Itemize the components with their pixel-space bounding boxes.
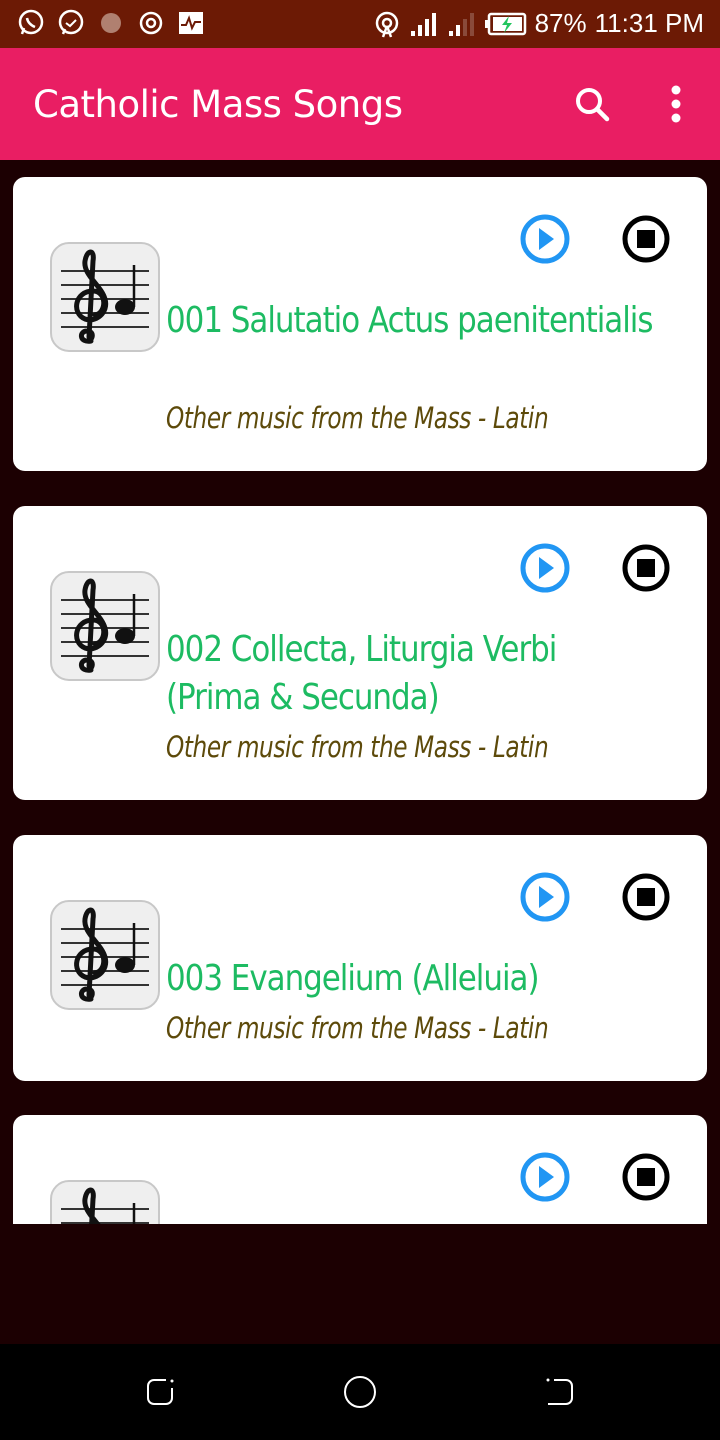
hotspot-icon xyxy=(375,11,398,37)
play-button[interactable] xyxy=(519,1151,571,1203)
stop-icon xyxy=(622,544,670,592)
play-icon xyxy=(520,1152,570,1202)
treble-clef-icon xyxy=(50,242,160,352)
treble-clef-icon xyxy=(50,571,160,681)
signal-2-icon xyxy=(448,12,474,36)
song-card[interactable] xyxy=(13,1115,707,1224)
stop-button[interactable] xyxy=(621,543,671,593)
search-button[interactable] xyxy=(570,82,614,126)
app-icon xyxy=(101,13,121,33)
app-bar: Catholic Mass Songs xyxy=(0,48,720,160)
record-icon xyxy=(139,11,163,35)
play-icon xyxy=(520,872,570,922)
song-card[interactable]: 003 Evangelium (Alleluia) Other music fr… xyxy=(13,835,707,1081)
song-category: Other music from the Mass - Latin xyxy=(166,401,549,435)
song-title: 001 Salutatio Actus paenitentialis xyxy=(166,300,654,341)
back-button[interactable] xyxy=(542,1374,578,1410)
messenger-icon xyxy=(58,9,84,35)
song-card[interactable]: 001 Salutatio Actus paenitentialis Other… xyxy=(13,177,707,471)
signal-icon xyxy=(410,12,436,36)
song-category: Other music from the Mass - Latin xyxy=(166,1011,549,1045)
play-icon xyxy=(520,543,570,593)
activity-icon xyxy=(179,12,203,34)
whatsapp-icon xyxy=(18,9,44,35)
battery-charging-icon xyxy=(484,12,526,35)
more-vert-icon xyxy=(671,85,681,123)
clock: 11:31 PM xyxy=(594,8,704,38)
treble-clef-icon xyxy=(50,1180,160,1224)
search-icon xyxy=(576,88,610,122)
home-icon xyxy=(344,1376,376,1408)
stop-icon xyxy=(622,215,670,263)
stop-button[interactable] xyxy=(621,872,671,922)
play-button[interactable] xyxy=(519,213,571,265)
treble-clef-icon xyxy=(50,900,160,1010)
battery-percent: 87% xyxy=(534,8,587,38)
song-list[interactable]: 001 Salutatio Actus paenitentialis Other… xyxy=(0,160,720,1224)
song-title: 003 Evangelium (Alleluia) xyxy=(166,958,540,999)
play-button[interactable] xyxy=(519,542,571,594)
stop-icon xyxy=(622,1153,670,1201)
stop-icon xyxy=(622,873,670,921)
recents-icon xyxy=(147,1379,174,1405)
music-note-thumbnail xyxy=(49,241,161,353)
play-button[interactable] xyxy=(519,871,571,923)
play-icon xyxy=(520,214,570,264)
song-title: 002 Collecta, Liturgia Verbi (Prima & Se… xyxy=(166,629,557,718)
recents-button[interactable] xyxy=(142,1374,178,1410)
music-note-thumbnail xyxy=(49,899,161,1011)
status-bar: 87% 11:31 PM xyxy=(0,0,720,48)
home-button[interactable] xyxy=(342,1374,378,1410)
overflow-menu-button[interactable] xyxy=(660,82,692,126)
app-title: Catholic Mass Songs xyxy=(33,83,403,126)
music-note-thumbnail xyxy=(49,1179,161,1224)
back-icon xyxy=(546,1378,573,1405)
song-category: Other music from the Mass - Latin xyxy=(166,730,549,764)
stop-button[interactable] xyxy=(621,214,671,264)
stop-button[interactable] xyxy=(621,1152,671,1202)
song-card[interactable]: 002 Collecta, Liturgia Verbi (Prima & Se… xyxy=(13,506,707,800)
navigation-bar xyxy=(0,1344,720,1440)
music-note-thumbnail xyxy=(49,570,161,682)
